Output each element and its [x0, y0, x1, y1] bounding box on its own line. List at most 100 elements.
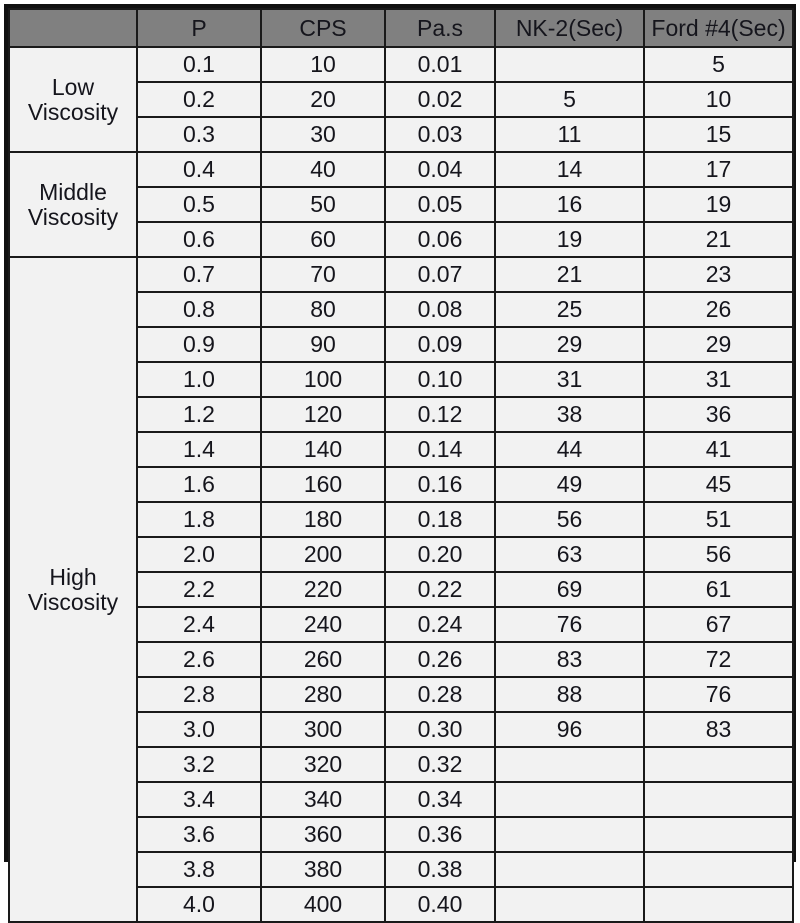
cell-p: 3.0	[136, 711, 262, 748]
cell-ford	[643, 746, 794, 783]
cell-pas: 0.38	[384, 851, 496, 888]
cell-pas: 0.32	[384, 746, 496, 783]
table-row: High Viscosity 0.7 70 0.07 21 23	[8, 256, 794, 923]
cell-cps: 260	[260, 641, 386, 678]
cell-p: 1.2	[136, 396, 262, 433]
cell-nk2: 69	[494, 571, 645, 608]
cell-nk2: 38	[494, 396, 645, 433]
cell-nk2: 11	[494, 116, 645, 153]
cell-ford: 29	[643, 326, 794, 363]
header-row: P CPS Pa.s NK-2(Sec) Ford #4(Sec)	[8, 8, 794, 48]
cell-p: 0.4	[136, 151, 262, 188]
table-row: Middle Viscosity 0.4 40 0.04 14 17	[8, 151, 794, 258]
cell-cps: 30	[260, 116, 386, 153]
cell-cps: 200	[260, 536, 386, 573]
cell-ford: 10	[643, 81, 794, 118]
cell-p: 0.5	[136, 186, 262, 223]
cell-nk2: 76	[494, 606, 645, 643]
cell-ford	[643, 781, 794, 818]
cell-p: 0.1	[136, 46, 262, 83]
cell-ford: 15	[643, 116, 794, 153]
cell-pas: 0.24	[384, 606, 496, 643]
cell-cps: 380	[260, 851, 386, 888]
cell-p: 0.3	[136, 116, 262, 153]
cell-pas: 0.16	[384, 466, 496, 503]
cell-pas: 0.09	[384, 326, 496, 363]
cell-cps: 220	[260, 571, 386, 608]
cell-cps: 80	[260, 291, 386, 328]
cell-p: 3.8	[136, 851, 262, 888]
cell-pas: 0.14	[384, 431, 496, 468]
column-header-nk2: NK-2(Sec)	[494, 8, 645, 48]
cell-pas: 0.06	[384, 221, 496, 258]
cell-cps: 300	[260, 711, 386, 748]
cell-cps: 400	[260, 886, 386, 923]
cell-p: 3.6	[136, 816, 262, 853]
cell-cps: 160	[260, 466, 386, 503]
cell-p: 0.7	[136, 256, 262, 293]
cell-nk2	[494, 851, 645, 888]
group-label-cell: Low Viscosity	[8, 46, 138, 153]
cell-ford: 23	[643, 256, 794, 293]
column-header-group	[8, 8, 138, 48]
cell-nk2: 88	[494, 676, 645, 713]
cell-p: 0.9	[136, 326, 262, 363]
cell-nk2: 14	[494, 151, 645, 188]
cell-pas: 0.05	[384, 186, 496, 223]
cell-cps: 70	[260, 256, 386, 293]
viscosity-table-frame: P CPS Pa.s NK-2(Sec) Ford #4(Sec) Low Vi…	[4, 4, 796, 923]
cell-ford: 56	[643, 536, 794, 573]
cell-nk2	[494, 746, 645, 783]
column-header-cps: CPS	[260, 8, 386, 48]
cell-p: 3.2	[136, 746, 262, 783]
cell-p: 3.4	[136, 781, 262, 818]
cell-ford: 21	[643, 221, 794, 258]
cell-nk2: 19	[494, 221, 645, 258]
group-label-cell: Middle Viscosity	[8, 151, 138, 258]
cell-nk2: 63	[494, 536, 645, 573]
cell-p: 2.8	[136, 676, 262, 713]
cell-p: 2.4	[136, 606, 262, 643]
cell-ford	[643, 851, 794, 888]
cell-cps: 60	[260, 221, 386, 258]
cell-cps: 40	[260, 151, 386, 188]
cell-nk2: 29	[494, 326, 645, 363]
cell-ford: 36	[643, 396, 794, 433]
cell-nk2	[494, 816, 645, 853]
cell-pas: 0.12	[384, 396, 496, 433]
cell-pas: 0.28	[384, 676, 496, 713]
cell-cps: 320	[260, 746, 386, 783]
cell-ford: 67	[643, 606, 794, 643]
cell-nk2	[494, 886, 645, 923]
cell-cps: 180	[260, 501, 386, 538]
cell-ford: 51	[643, 501, 794, 538]
cell-cps: 280	[260, 676, 386, 713]
cell-p: 2.2	[136, 571, 262, 608]
cell-ford: 19	[643, 186, 794, 223]
table-header: P CPS Pa.s NK-2(Sec) Ford #4(Sec)	[8, 8, 794, 48]
viscosity-conversion-table: P CPS Pa.s NK-2(Sec) Ford #4(Sec) Low Vi…	[8, 8, 794, 923]
cell-pas: 0.02	[384, 81, 496, 118]
cell-nk2: 25	[494, 291, 645, 328]
column-header-ford: Ford #4(Sec)	[643, 8, 794, 48]
cell-cps: 20	[260, 81, 386, 118]
cell-nk2: 31	[494, 361, 645, 398]
cell-pas: 0.40	[384, 886, 496, 923]
cell-p: 2.0	[136, 536, 262, 573]
cell-p: 0.2	[136, 81, 262, 118]
cell-ford: 17	[643, 151, 794, 188]
cell-ford: 31	[643, 361, 794, 398]
cell-ford	[643, 886, 794, 923]
cell-ford: 41	[643, 431, 794, 468]
cell-p: 0.8	[136, 291, 262, 328]
cell-ford: 61	[643, 571, 794, 608]
cell-pas: 0.26	[384, 641, 496, 678]
cell-nk2: 49	[494, 466, 645, 503]
cell-ford: 26	[643, 291, 794, 328]
cell-pas: 0.04	[384, 151, 496, 188]
cell-p: 2.6	[136, 641, 262, 678]
cell-cps: 140	[260, 431, 386, 468]
cell-cps: 50	[260, 186, 386, 223]
cell-ford: 45	[643, 466, 794, 503]
cell-pas: 0.03	[384, 116, 496, 153]
